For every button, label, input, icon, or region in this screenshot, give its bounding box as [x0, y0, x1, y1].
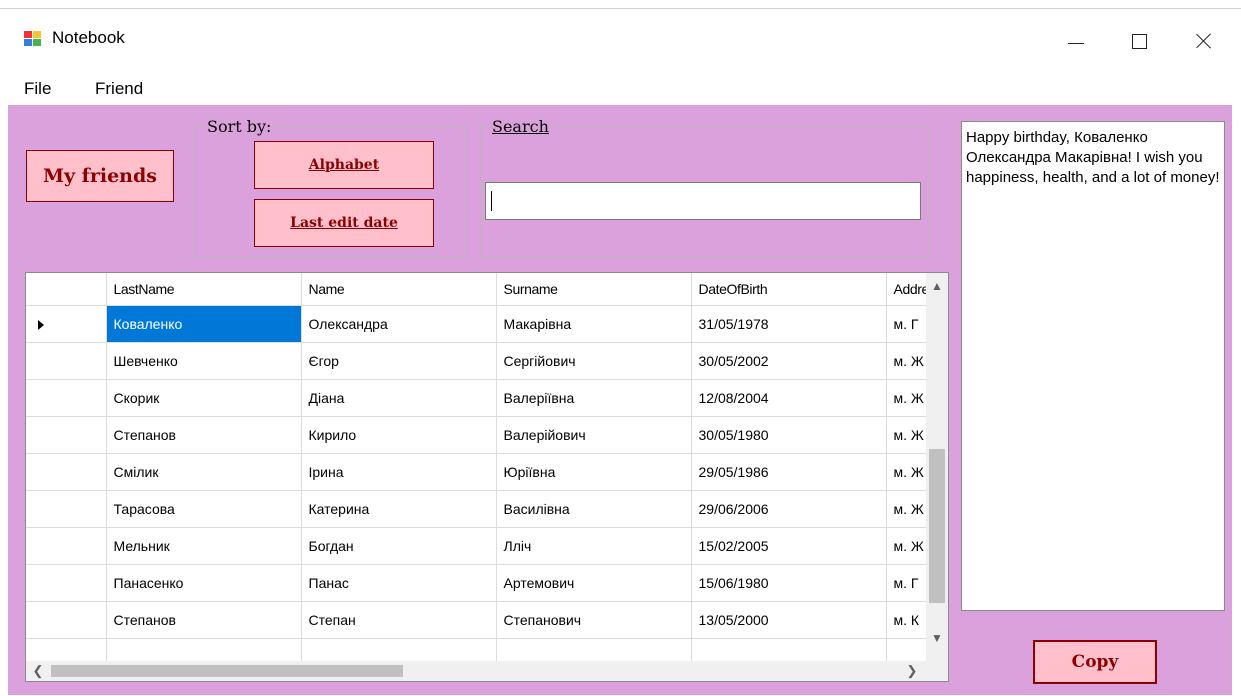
table-cell[interactable]: Ірина — [301, 453, 497, 491]
sort-alphabet-button[interactable]: Alphabet — [254, 141, 434, 189]
table-cell[interactable]: Валеріївна — [496, 379, 692, 417]
table-cell[interactable]: Лліч — [496, 527, 692, 565]
table-cell[interactable]: Смілик — [106, 453, 302, 491]
table-cell[interactable]: Степанович — [496, 601, 692, 639]
client-area: My friends Sort by: Alphabet Last edit d… — [8, 105, 1232, 695]
table-cell[interactable]: Олександра — [301, 305, 497, 343]
text-caret — [491, 191, 492, 211]
table-row[interactable]: Тарасова Катерина Василівна 29/06/2006 м… — [26, 490, 947, 528]
table-cell[interactable]: Богдан — [301, 527, 497, 565]
table-cell[interactable]: 30/05/2002 — [691, 342, 887, 380]
table-cell[interactable]: Степанов — [106, 601, 302, 639]
table-row[interactable]: Скорик Діана Валеріївна 12/08/2004 м. Ж — [26, 379, 947, 417]
table-cell[interactable]: 31/05/1978 — [691, 305, 887, 343]
table-row[interactable]: Степанов Кирило Валерійович 30/05/1980 м… — [26, 416, 947, 454]
table-cell[interactable]: Єгор — [301, 342, 497, 380]
table-cell[interactable]: 15/06/1980 — [691, 564, 887, 602]
row-header[interactable] — [26, 305, 107, 343]
minimize-button[interactable] — [1052, 23, 1098, 59]
close-button[interactable] — [1180, 23, 1226, 59]
table-cell[interactable]: Кирило — [301, 416, 497, 454]
row-header[interactable] — [26, 527, 107, 565]
column-header-lastname[interactable]: LastName — [106, 273, 302, 306]
row-header[interactable] — [26, 564, 107, 602]
table-row[interactable]: Панасенко Панас Артемович 15/06/1980 м. … — [26, 564, 947, 602]
column-header-surname[interactable]: Surname — [496, 273, 692, 306]
table-cell[interactable]: Мельник — [106, 527, 302, 565]
grid-vertical-scrollbar[interactable]: ▲ ▼ — [926, 273, 948, 661]
table-cell[interactable]: Степанов — [106, 416, 302, 454]
grid-header-row: LastName Name Surname DateOfBirth Addres… — [26, 273, 947, 306]
notebook-window: Notebook File Friend My friends Sort by:… — [0, 8, 1241, 696]
table-cell[interactable]: 29/05/1986 — [691, 453, 887, 491]
maximize-button[interactable] — [1116, 23, 1162, 59]
table-cell[interactable]: Сергійович — [496, 342, 692, 380]
table-row[interactable]: Смілик Ірина Юріївна 29/05/1986 м. Ж — [26, 453, 947, 491]
row-header[interactable] — [26, 342, 107, 380]
my-friends-button[interactable]: My friends — [26, 150, 174, 202]
row-header[interactable] — [26, 601, 107, 639]
table-cell[interactable]: Шевченко — [106, 342, 302, 380]
table-row[interactable]: Степанов Степан Степанович 13/05/2000 м.… — [26, 601, 947, 639]
table-cell[interactable]: Панас — [301, 564, 497, 602]
scroll-left-icon[interactable]: ❮ — [28, 661, 48, 681]
table-cell[interactable]: Скорик — [106, 379, 302, 417]
sort-group-label: Sort by: — [204, 117, 275, 136]
friends-table: LastName Name Surname DateOfBirth Addres… — [26, 273, 947, 676]
menu-friend[interactable]: Friend — [95, 79, 143, 99]
menu-bar: File Friend — [0, 73, 1241, 105]
sort-last-edit-date-button[interactable]: Last edit date — [254, 199, 434, 247]
row-header[interactable] — [26, 453, 107, 491]
table-cell[interactable]: Степан — [301, 601, 497, 639]
table-cell[interactable]: Артемович — [496, 564, 692, 602]
birthday-message-textbox[interactable]: Happy birthday, Коваленко Олександра Мак… — [961, 121, 1225, 611]
table-cell[interactable]: Коваленко — [106, 305, 302, 343]
current-row-arrow-icon — [38, 320, 44, 330]
table-cell[interactable]: Макарівна — [496, 305, 692, 343]
grid-horizontal-scrollbar[interactable]: ❮ ❯ — [26, 661, 926, 681]
scroll-right-icon[interactable]: ❯ — [902, 661, 922, 681]
table-cell[interactable]: 13/05/2000 — [691, 601, 887, 639]
row-header[interactable] — [26, 379, 107, 417]
table-cell[interactable]: Василівна — [496, 490, 692, 528]
row-header-corner — [26, 273, 107, 306]
horizontal-scroll-thumb[interactable] — [51, 665, 403, 677]
table-cell[interactable]: Валерійович — [496, 416, 692, 454]
table-row[interactable]: Коваленко Олександра Макарівна 31/05/197… — [26, 305, 947, 343]
friends-grid[interactable]: LastName Name Surname DateOfBirth Addres… — [25, 272, 949, 682]
title-bar[interactable]: Notebook — [0, 9, 1241, 73]
search-input[interactable] — [485, 182, 921, 220]
table-cell[interactable]: 30/05/1980 — [691, 416, 887, 454]
scrollbar-corner — [926, 661, 948, 681]
row-header[interactable] — [26, 416, 107, 454]
copy-button[interactable]: Copy — [1033, 640, 1157, 684]
app-icon — [24, 31, 42, 47]
table-cell[interactable]: 29/06/2006 — [691, 490, 887, 528]
table-cell[interactable]: Юріївна — [496, 453, 692, 491]
column-header-dateofbirth[interactable]: DateOfBirth — [691, 273, 887, 306]
scroll-down-icon[interactable]: ▼ — [926, 627, 948, 649]
column-header-name[interactable]: Name — [301, 273, 497, 306]
table-cell[interactable]: Тарасова — [106, 490, 302, 528]
window-title: Notebook — [52, 28, 125, 47]
table-cell[interactable]: 12/08/2004 — [691, 379, 887, 417]
table-cell[interactable]: Діана — [301, 379, 497, 417]
search-group-label: Search — [489, 117, 552, 136]
table-row[interactable]: Шевченко Єгор Сергійович 30/05/2002 м. Ж — [26, 342, 947, 380]
vertical-scroll-thumb[interactable] — [929, 449, 945, 603]
row-header[interactable] — [26, 490, 107, 528]
menu-file[interactable]: File — [24, 79, 51, 99]
table-cell[interactable]: Панасенко — [106, 564, 302, 602]
table-cell[interactable]: 15/02/2005 — [691, 527, 887, 565]
scroll-up-icon[interactable]: ▲ — [926, 275, 948, 297]
table-row[interactable]: Мельник Богдан Лліч 15/02/2005 м. Ж — [26, 527, 947, 565]
table-cell[interactable]: Катерина — [301, 490, 497, 528]
